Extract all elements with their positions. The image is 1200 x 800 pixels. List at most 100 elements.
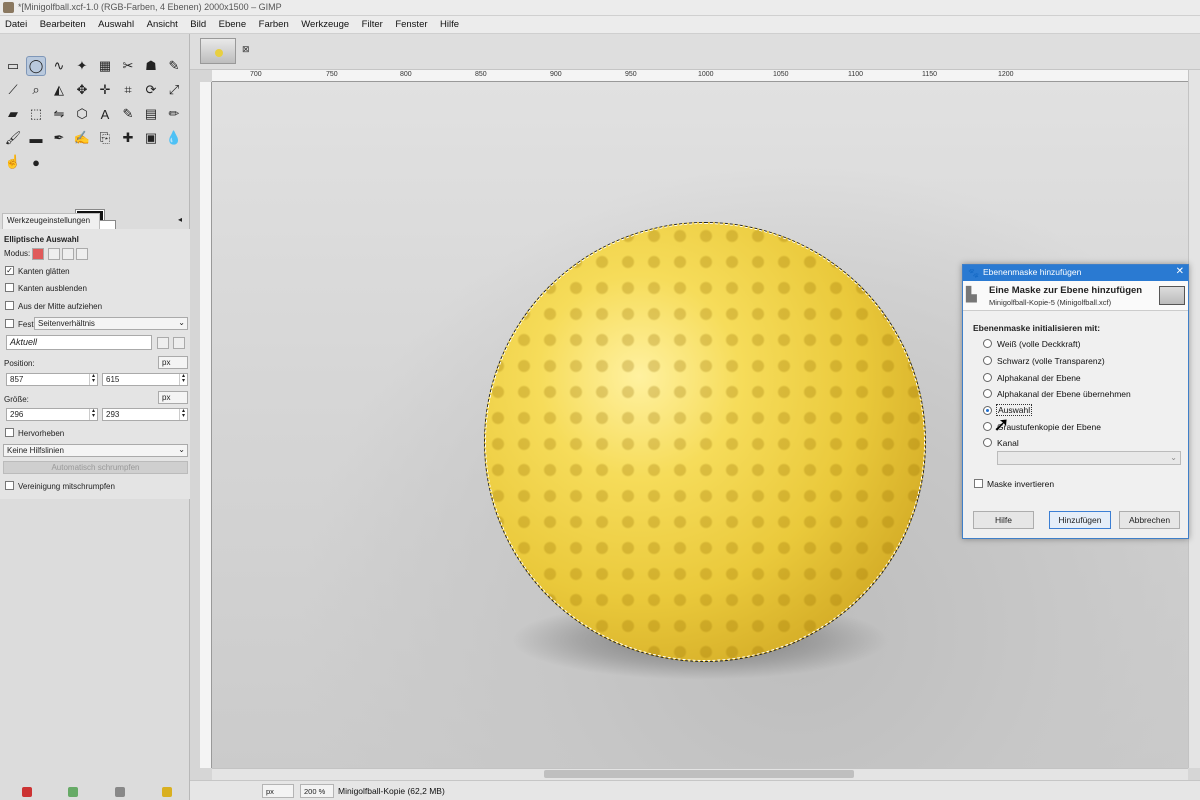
mode-add-button[interactable]: [48, 248, 60, 260]
radio-white[interactable]: [983, 339, 992, 348]
add-button[interactable]: Hinzufügen: [1049, 511, 1111, 529]
menu-hilfe[interactable]: Hilfe: [435, 16, 464, 30]
cancel-button[interactable]: Abbrechen: [1119, 511, 1180, 529]
clone-icon[interactable]: ⎘: [95, 128, 115, 148]
menu-bild[interactable]: Bild: [185, 16, 211, 30]
guides-combo[interactable]: Keine Hilfslinien ⌄: [3, 444, 188, 457]
dodge-burn-icon[interactable]: ●: [26, 152, 46, 172]
restore-options-icon[interactable]: [68, 787, 78, 797]
zoom-combo[interactable]: 200 %: [300, 784, 334, 798]
antialias-checkbox[interactable]: ✓: [5, 266, 14, 275]
image-tab-thumbnail[interactable]: [200, 38, 236, 64]
menu-ebene[interactable]: Ebene: [214, 16, 251, 30]
move-icon[interactable]: ✥: [72, 80, 92, 100]
shear-icon[interactable]: ▰: [3, 104, 23, 124]
radio-grayscale[interactable]: [983, 422, 992, 431]
channel-combo[interactable]: ⌄: [997, 451, 1181, 465]
fixed-mode-combo[interactable]: Seitenverhältnis ⌄: [34, 317, 188, 330]
tool-options-tab[interactable]: Werkzeugeinstellungen: [2, 213, 100, 229]
rotate-icon[interactable]: ⟳: [141, 80, 161, 100]
measure-icon[interactable]: ◭: [49, 80, 69, 100]
position-unit-combo[interactable]: px: [158, 356, 188, 369]
mouse-cursor-icon: ➚: [993, 414, 1010, 436]
flip-icon[interactable]: ⇋: [49, 104, 69, 124]
menu-fenster[interactable]: Fenster: [390, 16, 432, 30]
size-h-field[interactable]: 293 ▴ ▾: [102, 408, 188, 421]
size-w-field[interactable]: 296 ▴ ▾: [6, 408, 98, 421]
perspective-clone-icon[interactable]: ▣: [141, 128, 161, 148]
save-options-icon[interactable]: [22, 787, 32, 797]
perspective-icon[interactable]: ⬚: [26, 104, 46, 124]
spin-arrows-icon[interactable]: ▴ ▾: [179, 408, 187, 420]
radio-alpha[interactable]: [983, 373, 992, 382]
size-unit-combo[interactable]: px: [158, 391, 188, 404]
mode-intersect-button[interactable]: [76, 248, 88, 260]
ratio-lock-icon[interactable]: [173, 337, 185, 349]
spin-arrows-icon[interactable]: ▴ ▾: [89, 373, 97, 385]
crop-icon[interactable]: ⌗: [118, 80, 138, 100]
fuzzy-select-icon[interactable]: ✦: [72, 56, 92, 76]
cage-transform-icon[interactable]: ⬡: [72, 104, 92, 124]
spin-arrows-icon[interactable]: ▴ ▾: [89, 408, 97, 420]
rect-select-icon[interactable]: ▭: [3, 56, 23, 76]
scale-icon[interactable]: ⤢: [164, 80, 184, 100]
radio-selection[interactable]: [983, 406, 992, 415]
unit-combo[interactable]: px: [262, 784, 294, 798]
menu-datei[interactable]: Datei: [0, 16, 32, 30]
highlight-checkbox[interactable]: [5, 428, 14, 437]
position-x-field[interactable]: 857 ▴ ▾: [6, 373, 98, 386]
radio-alpha-transfer[interactable]: [983, 389, 992, 398]
menu-filter[interactable]: Filter: [357, 16, 388, 30]
menu-werkzeuge[interactable]: Werkzeuge: [296, 16, 354, 30]
horizontal-scroll-thumb[interactable]: [544, 770, 854, 778]
eraser-icon[interactable]: ▬: [26, 128, 46, 148]
color-picker-icon[interactable]: ⟋: [3, 80, 23, 100]
menu-ansicht[interactable]: Ansicht: [142, 16, 183, 30]
expand-center-checkbox[interactable]: [5, 301, 14, 310]
blur-icon[interactable]: 💧: [164, 128, 184, 148]
blend-icon[interactable]: ▤: [141, 104, 161, 124]
feather-checkbox[interactable]: [5, 283, 14, 292]
radio-channel[interactable]: [983, 438, 992, 447]
close-icon[interactable]: ✕: [1176, 266, 1184, 277]
radio-black[interactable]: [983, 356, 992, 365]
by-color-select-icon[interactable]: ▦: [95, 56, 115, 76]
menu-auswahl[interactable]: Auswahl: [93, 16, 139, 30]
position-y-field[interactable]: 615 ▴ ▾: [102, 373, 188, 386]
menu-farben[interactable]: Farben: [254, 16, 294, 30]
reset-options-icon[interactable]: [162, 787, 172, 797]
smudge-icon[interactable]: ☝: [3, 152, 23, 172]
ellipse-select-icon[interactable]: ◯: [26, 56, 46, 76]
align-icon[interactable]: ✛: [95, 80, 115, 100]
spin-arrows-icon[interactable]: ▴ ▾: [179, 373, 187, 385]
airbrush-icon[interactable]: ✒: [49, 128, 69, 148]
paths-icon[interactable]: ✎: [164, 56, 184, 76]
autoshrink-button[interactable]: Automatisch schrumpfen: [3, 461, 188, 474]
vertical-ruler[interactable]: [200, 82, 212, 768]
panel-menu-icon[interactable]: ◂: [178, 215, 182, 224]
clear-ratio-icon[interactable]: [157, 337, 169, 349]
invert-mask-checkbox[interactable]: [974, 479, 983, 488]
warp-transform-icon[interactable]: ✎: [118, 104, 138, 124]
text-icon[interactable]: A: [95, 104, 115, 124]
dialog-titlebar[interactable]: Ebenenmaske hinzufügen: [963, 265, 1188, 281]
mode-subtract-button[interactable]: [62, 248, 74, 260]
fixed-checkbox[interactable]: [5, 319, 14, 328]
foreground-select-icon[interactable]: ☗: [141, 56, 161, 76]
heal-icon[interactable]: ✚: [118, 128, 138, 148]
shrink-merged-checkbox[interactable]: [5, 481, 14, 490]
paintbrush-icon[interactable]: 🖌: [3, 128, 23, 148]
close-icon[interactable]: ⊠: [242, 44, 252, 54]
free-select-icon[interactable]: ∿: [49, 56, 69, 76]
zoom-icon[interactable]: ⌕: [26, 80, 46, 100]
ink-icon[interactable]: ✍: [72, 128, 92, 148]
menu-bearbeiten[interactable]: Bearbeiten: [35, 16, 91, 30]
ratio-field[interactable]: Aktuell: [6, 335, 152, 350]
mode-replace-button[interactable]: [32, 248, 44, 260]
help-button[interactable]: Hilfe: [973, 511, 1034, 529]
pencil-icon[interactable]: ✏: [164, 104, 184, 124]
vertical-scrollbar[interactable]: [1188, 70, 1200, 768]
horizontal-ruler[interactable]: 700 750 800 850 900 950 1000 1050 1100 1…: [212, 70, 1188, 82]
scissors-select-icon[interactable]: ✂: [118, 56, 138, 76]
delete-options-icon[interactable]: [115, 787, 125, 797]
